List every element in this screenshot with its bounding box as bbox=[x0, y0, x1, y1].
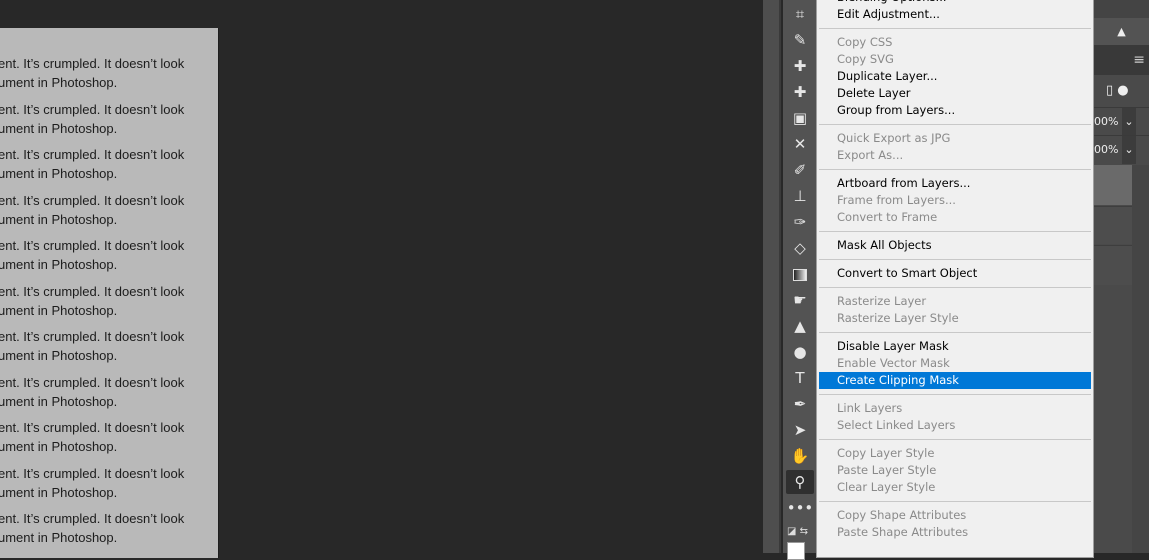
menu-separator bbox=[819, 394, 1091, 395]
tools-panel: ⌗ ✎ ✚ ✚ ▣ ✕ ✐ ⊥ ✑ ◇ ☛ ▲ ● T ✒ ➤ ✋ ⚲ ••• ◪ ⇆ bbox=[783, 0, 817, 560]
path-selection-icon[interactable]: ➤ bbox=[786, 418, 814, 442]
collapse-icon[interactable]: ▲ bbox=[1094, 18, 1149, 45]
menu-separator bbox=[819, 501, 1091, 502]
document-text-line: ent. It’s crumpled. It doesn’t look bbox=[0, 283, 185, 299]
document-text-line: ent. It’s crumpled. It doesn’t look bbox=[0, 511, 185, 526]
document-text-line: ent. It’s crumpled. It doesn’t look bbox=[0, 329, 185, 344]
document-text-line: ent. It’s crumpled. It doesn’t look bbox=[0, 238, 185, 253]
eraser-icon[interactable]: ◇ bbox=[786, 236, 814, 260]
brush-icon[interactable]: ✐ bbox=[786, 158, 814, 182]
scrollbar[interactable] bbox=[1132, 165, 1149, 553]
menu-item-disable-layer-mask[interactable]: Disable Layer Mask bbox=[817, 338, 1093, 355]
chevron-down-icon[interactable]: ⌄ bbox=[1121, 108, 1136, 136]
menu-item-copy-shape-attributes: Copy Shape Attributes bbox=[837, 508, 967, 522]
document-text-line: ument in Photoshop. bbox=[0, 439, 118, 454]
menu-item-select-linked-layers: Select Linked Layers bbox=[837, 418, 956, 432]
menu-item-edit-adjustment[interactable]: Edit Adjustment... bbox=[817, 6, 1093, 23]
layer-row[interactable] bbox=[1094, 245, 1132, 285]
history-brush-icon[interactable]: ✑ bbox=[786, 210, 814, 234]
menu-item-quick-export-as-jpg: Quick Export as JPG bbox=[837, 131, 951, 145]
fill-value[interactable]: 00% bbox=[1094, 143, 1118, 156]
hand-icon[interactable]: ✋ bbox=[786, 444, 814, 468]
chevron-down-icon[interactable]: ⌄ bbox=[1121, 136, 1136, 164]
frame-icon[interactable]: ▣ bbox=[786, 106, 814, 130]
menu-item-link-layers: Link Layers bbox=[837, 401, 903, 415]
smudge-icon[interactable]: ☛ bbox=[786, 288, 814, 312]
document-text-line: ument in Photoshop. bbox=[0, 75, 118, 90]
spot-healing-icon[interactable]: ✚ bbox=[786, 54, 814, 78]
crop-icon[interactable]: ⌗ bbox=[786, 2, 814, 26]
healing-brush-icon[interactable]: ✚ bbox=[786, 80, 814, 104]
menu-item-group-from-layers[interactable]: Group from Layers... bbox=[817, 102, 1093, 119]
clone-stamp-icon[interactable]: ⊥ bbox=[786, 184, 814, 208]
layer-row-selected[interactable] bbox=[1094, 165, 1132, 205]
document-text-line: ument in Photoshop. bbox=[0, 530, 118, 545]
menu-item-copy-layer-style: Copy Layer Style bbox=[837, 446, 935, 460]
panel-menu-icon[interactable]: ≡ bbox=[1094, 45, 1149, 75]
document-text-line: ument in Photoshop. bbox=[0, 393, 118, 409]
zoom-icon[interactable]: ⚲ bbox=[786, 470, 814, 494]
swap-colors-icon[interactable]: ◪ ⇆ bbox=[787, 526, 808, 537]
menu-separator bbox=[819, 28, 1091, 29]
opacity-value[interactable]: 00% bbox=[1094, 115, 1118, 128]
document-text-line: ent. It’s crumpled. It doesn’t look bbox=[0, 374, 185, 390]
lock-icons[interactable]: ▯ ● bbox=[1094, 75, 1149, 107]
document-canvas[interactable]: ent. It’s crumpled. It doesn’t look ument… bbox=[0, 28, 219, 558]
dodge-icon[interactable]: ● bbox=[786, 340, 814, 364]
menu-item-copy-css: Copy CSS bbox=[837, 35, 893, 49]
document-text-line: ument in Photoshop. bbox=[0, 120, 118, 136]
document-text-line: ument in Photoshop. bbox=[0, 348, 118, 363]
pen-icon[interactable]: ✒ bbox=[786, 392, 814, 416]
menu-item-export-as: Export As... bbox=[837, 148, 904, 162]
content-aware-move-icon[interactable]: ✕ bbox=[786, 132, 814, 156]
type-icon[interactable]: T bbox=[786, 366, 814, 390]
document-text-line: ument in Photoshop. bbox=[0, 166, 118, 181]
menu-item-rasterize-layer: Rasterize Layer bbox=[837, 294, 927, 308]
more-icon[interactable]: ••• bbox=[786, 496, 814, 520]
menu-separator bbox=[819, 259, 1091, 260]
menu-separator bbox=[819, 169, 1091, 170]
menu-item-enable-vector-mask: Enable Vector Mask bbox=[837, 356, 950, 370]
menu-separator bbox=[819, 332, 1091, 333]
menu-item-copy-svg: Copy SVG bbox=[837, 52, 894, 66]
menu-item-frame-from-layers: Frame from Layers... bbox=[837, 193, 956, 207]
menu-item-artboard-from-layers[interactable]: Artboard from Layers... bbox=[817, 175, 1093, 192]
document-text-line: ument in Photoshop. bbox=[0, 211, 118, 227]
menu-item-convert-to-smart-object[interactable]: Convert to Smart Object bbox=[817, 265, 1093, 282]
document-text-line: ument in Photoshop. bbox=[0, 484, 118, 500]
document-text-line: ument in Photoshop. bbox=[0, 257, 118, 272]
document-text-line: ent. It’s crumpled. It doesn’t look bbox=[0, 192, 185, 208]
layers-panel: ▲ ≡ ▯ ● 00% ⌄ 00% ⌄ bbox=[1094, 0, 1149, 553]
menu-item-rasterize-layer-style: Rasterize Layer Style bbox=[837, 311, 959, 325]
sharpen-icon[interactable]: ▲ bbox=[786, 314, 814, 338]
toolbar-grip[interactable] bbox=[763, 0, 781, 553]
menu-item-convert-to-frame: Convert to Frame bbox=[837, 210, 938, 224]
document-text-line: ent. It’s crumpled. It doesn’t look bbox=[0, 465, 185, 481]
document-text-line: ent. It’s crumpled. It doesn’t look bbox=[0, 56, 185, 71]
menu-separator bbox=[819, 231, 1091, 232]
eyedropper-icon[interactable]: ✎ bbox=[786, 28, 814, 52]
document-text-line: ument in Photoshop. bbox=[0, 302, 118, 318]
menu-item-duplicate-layer[interactable]: Duplicate Layer... bbox=[817, 68, 1093, 85]
menu-item-create-clipping-mask[interactable]: Create Clipping Mask bbox=[819, 372, 1091, 389]
document-text-line: ent. It’s crumpled. It doesn’t look bbox=[0, 420, 185, 435]
document-text-line: ent. It’s crumpled. It doesn’t look bbox=[0, 101, 185, 117]
menu-separator bbox=[819, 287, 1091, 288]
menu-item-clear-layer-style: Clear Layer Style bbox=[837, 480, 936, 494]
layer-context-menu: Blending Options...Edit Adjustment...Cop… bbox=[816, 0, 1094, 558]
menu-item-delete-layer[interactable]: Delete Layer bbox=[817, 85, 1093, 102]
menu-item-paste-layer-style: Paste Layer Style bbox=[837, 463, 937, 477]
document-text-line: ent. It’s crumpled. It doesn’t look bbox=[0, 147, 185, 162]
menu-separator bbox=[819, 124, 1091, 125]
menu-item-paste-shape-attributes: Paste Shape Attributes bbox=[837, 525, 969, 539]
gradient-icon[interactable] bbox=[786, 262, 814, 286]
menu-item-mask-all-objects[interactable]: Mask All Objects bbox=[817, 237, 1093, 254]
menu-separator bbox=[819, 439, 1091, 440]
layer-row[interactable] bbox=[1094, 206, 1132, 244]
foreground-color-swatch[interactable] bbox=[787, 542, 805, 560]
